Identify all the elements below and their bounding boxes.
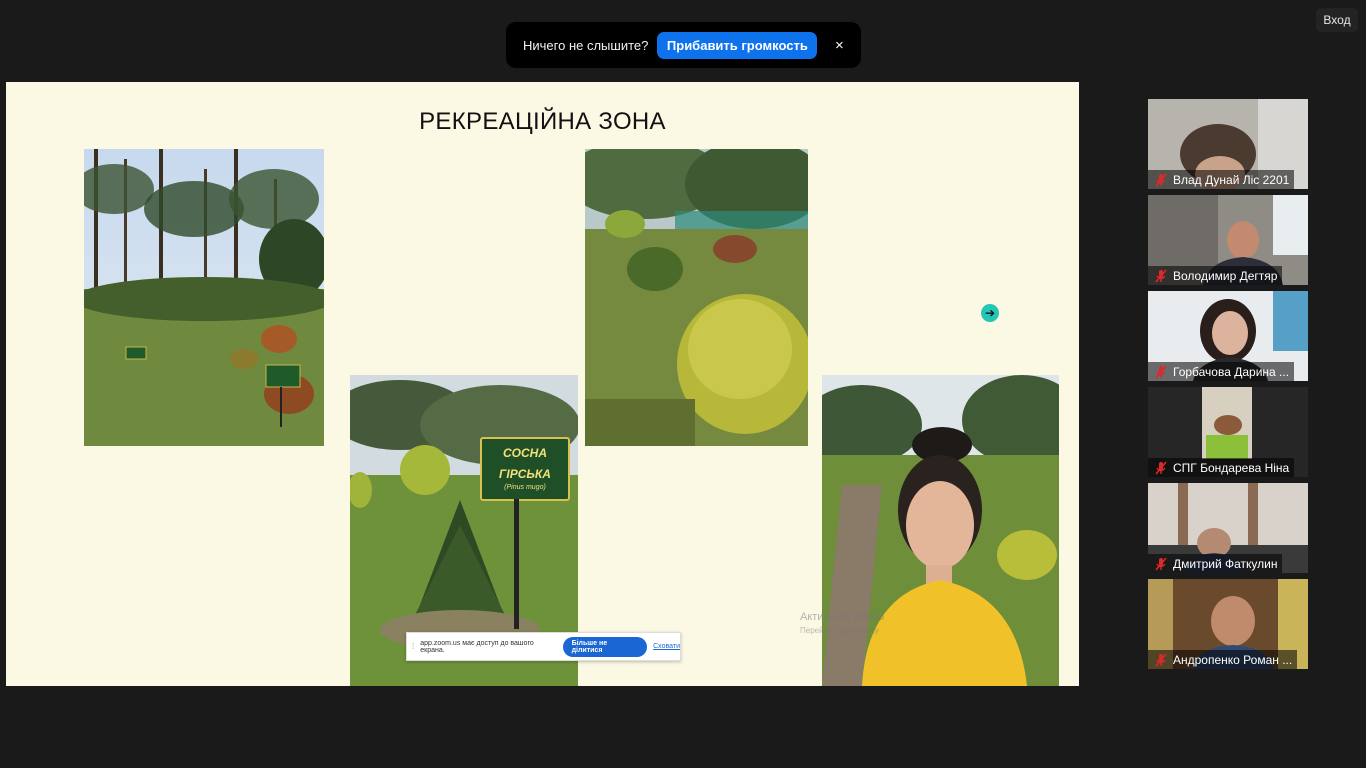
participant-name: Горбачова Дарина ... [1173,364,1290,379]
participant-tile[interactable]: Влад Дунай Ліс 2201 [1148,99,1308,189]
muted-mic-icon [1155,461,1167,474]
screen-share-bar: ⁞ app.zoom.us має доступ до вашого екран… [406,632,681,661]
participant-name: Влад Дунай Ліс 2201 [1173,172,1290,187]
participant-name: Дмитрий Фаткулин [1173,556,1278,571]
windows-activation-watermark: Активація Windo [800,611,885,623]
sign-name-line1: СОСНА [503,446,547,460]
close-icon[interactable]: × [831,37,847,54]
hide-link[interactable]: Сховати [653,643,680,650]
sign-post [514,499,519,629]
participant-label: Дмитрий Фаткулин [1148,554,1283,573]
shared-screen-slide: РЕКРЕАЦІЙНА ЗОНА СОСНА ГІРСЬКА (Pinus mu… [6,82,1079,686]
participant-name: СПГ Бондарева Ніна [1173,460,1290,475]
login-button[interactable]: Вход [1316,8,1358,32]
muted-mic-icon [1155,557,1167,570]
participant-tile[interactable]: Андропенко Роман ... [1148,579,1308,669]
stop-sharing-button[interactable]: Більше не ділитися [562,636,648,657]
increase-volume-button[interactable]: Прибавить громкость [657,31,818,59]
audio-notification: Ничего не слышите? Прибавить громкость × [506,22,861,68]
slide-title: РЕКРЕАЦІЙНА ЗОНА [419,108,666,135]
participant-label: Андропенко Роман ... [1148,650,1298,669]
participant-label: СПГ Бондарева Ніна [1148,458,1295,477]
muted-mic-icon [1155,653,1167,666]
participant-label: Володимир Дегтяр [1148,266,1283,285]
share-message: app.zoom.us має доступ до вашого екрана. [420,639,534,654]
muted-mic-icon [1155,269,1167,282]
photo-pine-park [84,149,324,446]
sign-latin-name: (Pinus mugo) [504,484,546,491]
audio-message: Ничего не слышите? [523,37,649,53]
participant-tile[interactable]: Володимир Дегтяр [1148,195,1308,285]
participant-name: Володимир Дегтяр [1173,268,1278,283]
photo-garden-shrubs [585,149,808,446]
participant-name: Андропенко Роман ... [1173,652,1293,667]
windows-activation-subtext: Перейдіть до розділу [800,626,879,635]
participant-tile[interactable]: СПГ Бондарева Ніна [1148,387,1308,477]
photo-selfie [822,375,1059,686]
participant-tile[interactable]: Дмитрий Фаткулин [1148,483,1308,573]
drag-handle-icon[interactable]: ⁞ [412,642,414,651]
participant-label: Влад Дунай Ліс 2201 [1148,170,1295,189]
participant-label: Горбачова Дарина ... [1148,362,1295,381]
next-slide-arrow-icon[interactable]: ➔ [981,304,999,322]
participant-tile[interactable]: Горбачова Дарина ... [1148,291,1308,381]
muted-mic-icon [1155,365,1167,378]
plant-sign: СОСНА ГІРСЬКА (Pinus mugo) [480,437,570,501]
muted-mic-icon [1155,173,1167,186]
sign-name-line2: ГІРСЬКА [499,467,551,481]
